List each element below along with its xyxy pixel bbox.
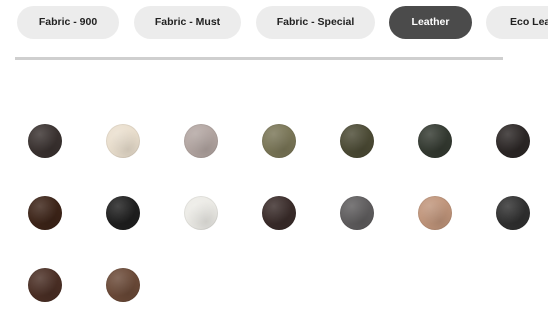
swatch-10[interactable] [184, 196, 218, 230]
swatch-12[interactable] [340, 196, 374, 230]
swatch-1[interactable] [28, 124, 62, 158]
swatch-2[interactable] [106, 124, 140, 158]
swatch-7[interactable] [496, 124, 530, 158]
swatch-15[interactable] [28, 268, 62, 302]
swatch-3[interactable] [184, 124, 218, 158]
swatch-11[interactable] [262, 196, 296, 230]
swatch-16[interactable] [106, 268, 140, 302]
swatch-9[interactable] [106, 196, 140, 230]
swatch-8[interactable] [28, 196, 62, 230]
swatch-5[interactable] [340, 124, 374, 158]
swatch-13[interactable] [418, 196, 452, 230]
swatch-4[interactable] [262, 124, 296, 158]
swatch-6[interactable] [418, 124, 452, 158]
swatch-14[interactable] [496, 196, 530, 230]
swatch-grid [0, 0, 548, 323]
